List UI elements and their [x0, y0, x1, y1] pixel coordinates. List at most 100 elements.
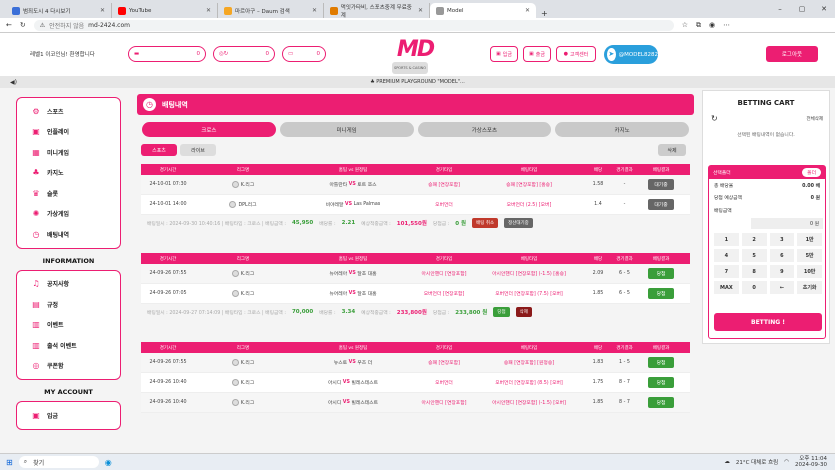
close-icon[interactable]: ✕: [525, 7, 530, 14]
keypad-key[interactable]: 6: [769, 249, 795, 262]
keypad-key[interactable]: MAX: [714, 281, 739, 294]
menu-icon[interactable]: ⋯: [723, 21, 730, 29]
tab-minigame[interactable]: 미니게임: [279, 122, 414, 137]
keypad-key[interactable]: 4: [714, 249, 739, 262]
teams-cell: 뉴어레아 VS 달초 대홈: [329, 271, 377, 277]
keypad-key[interactable]: 초기화: [797, 281, 822, 294]
browser-tab-1[interactable]: YouTube ✕: [112, 3, 218, 18]
delete-button[interactable]: 삭제: [658, 144, 686, 156]
refresh-icon[interactable]: ↻: [20, 21, 26, 29]
sidebar-item-inplay[interactable]: ▣ 인플레이: [17, 122, 120, 143]
back-icon[interactable]: ←: [6, 21, 12, 29]
summary-action-button[interactable]: 배팅 취소: [472, 218, 499, 228]
column-header: 경기시간: [159, 167, 177, 173]
keypad-key[interactable]: 2: [741, 233, 767, 246]
page-title-bar: ◷ 배팅내역: [137, 94, 694, 115]
ball-icon: [229, 201, 237, 208]
keypad-key[interactable]: 10만: [797, 265, 822, 278]
point-box[interactable]: ◎↻ 0: [213, 46, 275, 62]
summary-secondary-button[interactable]: 삭제: [515, 307, 532, 317]
summary-secondary-button[interactable]: 정산대기중: [504, 218, 533, 228]
match-type: 승패 [연장포함]: [428, 183, 460, 188]
keypad-key[interactable]: 3: [769, 233, 795, 246]
sidebar-item-casino[interactable]: ♣ 카지노: [17, 163, 120, 184]
sidebar-item-sports[interactable]: ⚙ 스포츠: [17, 101, 120, 122]
sidebar-item-history[interactable]: ◷ 배팅내역: [17, 224, 120, 245]
sidebar-item-notice[interactable]: ♫ 공지사항: [17, 274, 120, 295]
url-field[interactable]: ⚠ 안전하지 않음 md-2424.com: [33, 19, 674, 31]
result-badge: 대기중: [648, 179, 674, 190]
subtab-sports[interactable]: 스포츠: [141, 144, 177, 156]
folder-button[interactable]: 폴더: [802, 168, 821, 177]
telegram-button[interactable]: ➤ @MODEL8282: [604, 45, 658, 64]
edge-icon[interactable]: ◉: [105, 458, 112, 467]
close-icon[interactable]: ✕: [312, 7, 317, 14]
summary-action-button[interactable]: 당첨: [493, 307, 510, 317]
keypad-key[interactable]: 5만: [797, 249, 822, 262]
betting-button[interactable]: BETTING !: [714, 313, 822, 331]
refresh-cart-icon[interactable]: ↻: [711, 114, 718, 123]
keypad-key[interactable]: 1: [714, 233, 739, 246]
new-tab-icon[interactable]: +: [536, 9, 553, 18]
column-header: 경기타입: [435, 256, 453, 262]
bet-summary: 배팅일시 : 2024-09-30 10:40:16 | 배팅타입 : 크로스 …: [141, 215, 690, 231]
keypad-key[interactable]: 9: [769, 265, 795, 278]
sidebar-item-deposit[interactable]: ▣ 입금: [17, 405, 120, 426]
keypad-key[interactable]: 1만: [797, 233, 822, 246]
tab-virtual[interactable]: 가상스포츠: [417, 122, 552, 137]
star-icon[interactable]: ☆: [682, 21, 688, 29]
browser-tab-2[interactable]: 마르아구 – Daum 검색 ✕: [218, 3, 324, 18]
telegram-icon: ➤: [607, 48, 616, 61]
browser-tab-0[interactable]: 범죄도시 4 다시보기 ✕: [6, 3, 112, 18]
keypad-key[interactable]: 7: [714, 265, 739, 278]
keypad-key[interactable]: 8: [741, 265, 767, 278]
coupon-box[interactable]: ▭ 0: [282, 46, 326, 62]
league-cell: K.리그: [195, 264, 291, 283]
speaker-icon: ◀): [10, 78, 17, 86]
vs-label: VS: [342, 380, 350, 385]
sidebar-item-slot[interactable]: ♛ 슬롯: [17, 183, 120, 204]
sidebar-item-rules[interactable]: ▤ 규정: [17, 294, 120, 315]
windows-icon[interactable]: ⊞: [6, 458, 13, 467]
support-button[interactable]: ● 고객센터: [556, 46, 596, 62]
profile-icon[interactable]: ◉: [709, 21, 715, 29]
extensions-icon[interactable]: ⧉: [696, 21, 701, 30]
browser-tab-3[interactable]: 먹잇가타비, 스포츠중계 무료중계 ✕: [324, 3, 430, 19]
keypad-key[interactable]: ←: [769, 281, 795, 294]
sidebar-item-event[interactable]: ▥ 이벤트: [17, 315, 120, 336]
close-window-icon[interactable]: ✕: [813, 0, 835, 18]
teams-cell: 비야레알 VS Las Palmas: [325, 202, 381, 208]
balance-box[interactable]: ▬ 0: [128, 46, 206, 62]
sidebar: ⚙ 스포츠 ▣ 인플레이 ▦ 미니게임 ♣ 카지노 ♛ 슬롯 ✺ 가상게임 ◷ 배팅내역 IN…: [16, 97, 121, 453]
minimize-icon[interactable]: –: [769, 0, 791, 18]
sidebar-item-virtual[interactable]: ✺ 가상게임: [17, 204, 120, 225]
close-icon[interactable]: ✕: [206, 7, 211, 14]
bet-amount-input[interactable]: 0 원: [751, 218, 823, 229]
maximize-icon[interactable]: ▢: [791, 0, 813, 18]
browser-tab-4[interactable]: Model ✕: [430, 3, 536, 18]
column-header: 경기타입: [435, 167, 453, 173]
column-header: 배팅결과: [652, 345, 670, 351]
clock[interactable]: 오후 11:04 2024-09-30: [795, 456, 827, 469]
logout-button[interactable]: 로그아웃: [766, 46, 818, 62]
sidebar-item-coupon[interactable]: ◎ 쿠폰함: [17, 356, 120, 377]
site-header: 레벨1 이코인님! 환영합니다 ▬ 0 ◎↻ 0 ▭ 0 MD SPORTS & CA…: [0, 33, 835, 76]
subtab-live[interactable]: 라이브: [180, 144, 216, 156]
bet-pick: 오버언더 [연장포함] (7.5) [오버]: [495, 292, 563, 297]
withdraw-button[interactable]: ▣ 출금: [523, 46, 551, 62]
clear-all-link[interactable]: 전체삭제: [806, 116, 823, 122]
keypad-key[interactable]: 0: [741, 281, 767, 294]
tab-cross[interactable]: 크로스: [142, 122, 276, 137]
sidebar-item-minigame[interactable]: ▦ 미니게임: [17, 142, 120, 163]
site-logo[interactable]: MD SPORTS & CASINO: [392, 38, 438, 74]
keypad-key[interactable]: 5: [741, 249, 767, 262]
tab-casino[interactable]: 카지노: [555, 122, 689, 137]
deposit-button[interactable]: ▣ 입금: [490, 46, 518, 62]
close-icon[interactable]: ✕: [418, 7, 423, 14]
taskbar-search[interactable]: ⌕ 찾기: [18, 456, 99, 468]
close-icon[interactable]: ✕: [100, 7, 105, 14]
column-header: 홈팀 vs 원정팀: [338, 345, 368, 351]
match-time: 24-09-26 10:40: [149, 380, 187, 385]
tab-favicon: [118, 6, 126, 15]
sidebar-item-attendance[interactable]: ▥ 출석 이벤트: [17, 335, 120, 356]
